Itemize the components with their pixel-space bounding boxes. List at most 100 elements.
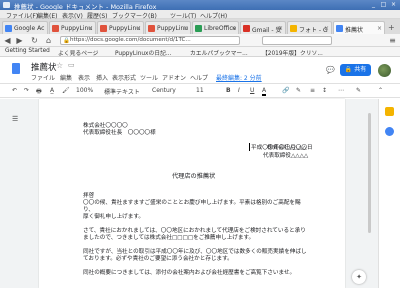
tab-libreoffice[interactable]: LibreOffice × [192,21,239,34]
docs-menu-format[interactable]: 表示形式 [112,73,136,82]
last-edit-link[interactable]: 最終編集: 2 分前 [216,73,262,82]
close-tab-icon[interactable]: × [183,25,188,32]
link-icon[interactable]: 🔗 [282,87,289,94]
body-line: 〇〇の候、貴社ますますご盛栄のこととお慶び申し上げます。平素は格別のご高配を賜 [83,200,301,206]
hamburger-menu-icon[interactable]: ≡ [388,36,397,45]
docs-header: 推薦状 ☆ ▭ ファイル 編集 表示 挿入 表示形式 ツール アドオン ヘルプ … [0,58,400,83]
tab-google-account[interactable]: Google Ac [2,21,48,34]
share-label: 共有 [354,66,367,73]
close-tab-icon[interactable]: × [231,25,236,32]
explore-icon[interactable]: ✦ [352,270,366,284]
url-bar[interactable]: 🔒 https://docs.google.com/document/d/1TC… [60,36,240,45]
vertical-scrollbar[interactable] [368,113,371,233]
bookmark-kaeru[interactable]: カエルパブックマー... [190,48,248,57]
underline-button[interactable]: U [250,87,254,94]
document-heading: 代理店の推薦状 [172,173,216,180]
navigation-bar: ◀ ▶ ↻ ⌂ 🔒 https://docs.google.com/docume… [0,34,400,47]
more-icon[interactable]: ⋯ [338,87,344,94]
back-icon[interactable]: ◀ [3,36,12,45]
app-icon [3,2,10,8]
edit-mode-icon[interactable]: ✎ [356,87,361,94]
google-docs-logo-icon[interactable] [12,63,20,74]
tab-google-photos[interactable]: フォト - G × [287,21,332,34]
text-color-button[interactable]: A [262,87,267,96]
url-text[interactable]: https://docs.google.com/document/d/1TC..… [70,37,191,43]
puppy-favicon-icon [52,25,59,32]
forward-icon[interactable]: ▶ [15,36,24,45]
bookmark-getting-started[interactable]: Getting Started [5,48,50,54]
zoom-select[interactable]: 100% [76,87,93,94]
style-select[interactable]: 標準テキスト [104,87,140,96]
docs-menu-file[interactable]: ファイル [31,73,55,82]
bold-button[interactable]: B [226,87,231,94]
docs-menu-addons[interactable]: アドオン [162,73,186,82]
gmail-favicon-icon [243,25,250,32]
docs-favicon-icon [336,25,343,32]
side-panel [378,99,400,288]
close-tab-icon[interactable]: × [136,25,141,32]
bookmark-puppylinux-diary[interactable]: PuppyLinuxの日記... [115,48,171,57]
browser-menubar: ファイル(F) 編集(E) 表示(V) 履歴(S) ブックマーク(B) ツール(… [0,10,400,20]
search-input[interactable] [262,36,332,45]
font-select[interactable]: Century [152,87,176,94]
libreoffice-favicon-icon [195,25,202,32]
tasks-icon[interactable] [385,127,394,136]
google-favicon-icon [5,25,12,32]
formatting-toolbar: ↶ ↷ 🖶 A̲ 🖌 100% 標準テキスト Century 11 B I U … [0,83,400,98]
close-tab-icon[interactable]: × [278,25,283,32]
minimize-button[interactable]: _ [370,2,377,8]
lock-icon: 🔒 [63,38,70,44]
sender-name: 代表取締役△△△△ [263,153,309,159]
close-tab-icon[interactable]: × [377,25,382,32]
home-icon[interactable]: ⌂ [44,36,53,45]
tab-puppylinux-3[interactable]: PuppyLinu × [145,21,191,34]
tab-puppylinux-2[interactable]: PuppyLinu × [97,21,144,34]
tab-label: Google Ac [14,25,45,32]
puppy-favicon-icon [148,25,155,32]
recipient-name: 代表取締役社長 〇〇〇〇様 [83,130,156,136]
font-size-select[interactable]: 11 [196,87,204,94]
docs-menu-view[interactable]: 表示 [78,73,90,82]
document-canvas: ☰ 平成〇〇年〇〇月〇〇日 株式会社〇〇〇〇 代表取締役社長 〇〇〇〇様 株式会… [0,99,400,288]
comments-icon[interactable]: 💬 [326,66,335,74]
puppy-favicon-icon [100,25,107,32]
close-button[interactable]: × [390,2,397,8]
align-left-icon[interactable]: ≡ [310,87,315,94]
print-icon[interactable]: 🖶 [36,87,42,97]
outline-icon[interactable]: ☰ [12,115,22,124]
sender-company: 株式会社△△△△ [267,145,307,151]
spellcheck-icon[interactable]: A̲ [50,87,54,94]
redo-icon[interactable]: ↷ [24,87,29,94]
bookmark-2019[interactable]: 【2019年版】クリソ... [262,48,323,57]
document-page[interactable]: 平成〇〇年〇〇月〇〇日 株式会社〇〇〇〇 代表取締役社長 〇〇〇〇様 株式会社△… [39,99,345,288]
tab-recommendation-letter[interactable]: 推薦状 × [333,21,385,35]
docs-menu-help[interactable]: ヘルプ [190,73,208,82]
undo-icon[interactable]: ↶ [12,87,17,94]
keep-icon[interactable] [385,107,394,116]
bookmark-most-visited[interactable]: よく見るページ [58,48,98,57]
reload-icon[interactable]: ↻ [30,36,39,45]
maximize-button[interactable]: □ [380,2,387,8]
italic-button[interactable]: I [238,87,240,94]
share-button[interactable]: 🔒 共有 [340,64,371,76]
folder-icon[interactable]: ▭ [68,61,75,69]
close-tab-icon[interactable]: × [324,25,329,32]
star-icon[interactable]: ☆ [56,61,63,70]
comment-icon[interactable]: ✎ [296,87,301,94]
docs-menu-tools[interactable]: ツール [140,73,158,82]
collapse-icon[interactable]: ⌃ [378,87,383,94]
line-spacing-icon[interactable]: ↕ [322,87,327,94]
tab-strip: Google Ac PuppyLinu × PuppyLinu × PuppyLin… [0,19,400,35]
new-tab-icon[interactable]: + [388,23,395,32]
avatar[interactable] [378,64,391,77]
body-line: 同社の概要につきましては、添付の会社案内および会社経歴書をご高覧下さいませ。 [83,270,296,276]
document-title[interactable]: 推薦状 [31,61,57,73]
tab-label: 推薦状 [345,27,364,34]
close-tab-icon[interactable]: × [88,25,93,32]
docs-menu-edit[interactable]: 編集 [60,73,72,82]
paint-format-icon[interactable]: 🖌 [62,87,70,94]
tab-puppylinux-1[interactable]: PuppyLinu × [49,21,96,34]
body-line: ましたので、つきましては株式会社□□□□をご推薦申し上げます。 [83,235,255,241]
docs-menu-insert[interactable]: 挿入 [96,73,108,82]
tab-gmail[interactable]: Gmail - 受 × [240,21,286,34]
